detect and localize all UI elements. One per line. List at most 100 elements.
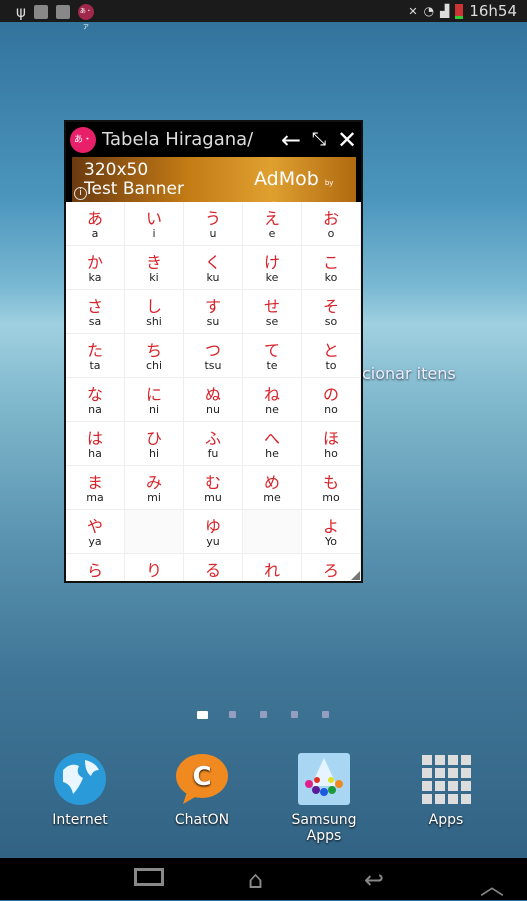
kana-cell[interactable]: ゆ yu bbox=[184, 510, 242, 553]
sd-card-icon bbox=[33, 5, 48, 19]
kana: か bbox=[86, 253, 103, 272]
page-dot[interactable] bbox=[322, 711, 329, 718]
kana-cell[interactable]: か ka bbox=[66, 246, 124, 289]
info-icon[interactable]: i bbox=[74, 187, 87, 200]
kana-cell[interactable]: と to bbox=[302, 334, 360, 377]
kana-cell[interactable]: ぬ nu bbox=[184, 378, 242, 421]
kana-cell[interactable]: む mu bbox=[184, 466, 242, 509]
kana: ね bbox=[263, 385, 280, 404]
page-dot[interactable] bbox=[229, 711, 236, 718]
kana-cell[interactable]: そ so bbox=[302, 290, 360, 333]
kana: や bbox=[86, 517, 103, 536]
romaji: shi bbox=[146, 315, 162, 328]
kana-cell[interactable]: ね ne bbox=[243, 378, 301, 421]
romaji: nu bbox=[206, 403, 220, 416]
kana-cell[interactable]: ら bbox=[66, 554, 124, 581]
kana-cell[interactable]: け ke bbox=[243, 246, 301, 289]
ad-brand: AdMob bbox=[254, 168, 319, 190]
kana-cell[interactable]: ま ma bbox=[66, 466, 124, 509]
romaji: e bbox=[268, 227, 276, 240]
romaji: ne bbox=[265, 403, 279, 416]
kana-cell[interactable]: ひ hi bbox=[125, 422, 183, 465]
kana-cell[interactable]: め me bbox=[243, 466, 301, 509]
menu-up-icon[interactable]: ︿ bbox=[480, 866, 504, 901]
dock: Internet C ChatON Samsung Apps Apps bbox=[0, 752, 527, 852]
kana-cell[interactable]: ほ ho bbox=[302, 422, 360, 465]
kana-cell[interactable]: み mi bbox=[125, 466, 183, 509]
battery-icon bbox=[455, 3, 464, 19]
window-titlebar[interactable]: あ・ア Tabela Hiragana/ ← ⤡ ✕ bbox=[66, 122, 361, 171]
page-dot[interactable] bbox=[291, 711, 298, 718]
kana-cell[interactable]: の no bbox=[302, 378, 360, 421]
kana-cell[interactable]: に ni bbox=[125, 378, 183, 421]
dock-app[interactable]: Samsung Apps bbox=[274, 752, 374, 844]
kana: も bbox=[322, 473, 339, 492]
kana: さ bbox=[86, 297, 103, 316]
kana-cell[interactable]: れ bbox=[243, 554, 301, 581]
ad-line2: Test Banner bbox=[84, 179, 184, 199]
home-icon[interactable]: ⌂ bbox=[248, 866, 263, 894]
kana: き bbox=[145, 253, 162, 272]
kana-cell[interactable]: えe bbox=[243, 202, 301, 245]
kana-cell[interactable]: な na bbox=[66, 378, 124, 421]
kana: ほ bbox=[322, 429, 339, 448]
kana: え bbox=[263, 209, 280, 228]
kana-cell[interactable]: は ha bbox=[66, 422, 124, 465]
kana-cell[interactable]: つ tsu bbox=[184, 334, 242, 377]
status-bar: ψ あ・ア ✕ ◔ ▟ 16h54 bbox=[0, 0, 527, 31]
kana: と bbox=[322, 341, 339, 360]
kana-cell[interactable]: うu bbox=[184, 202, 242, 245]
kana-cell[interactable]: る bbox=[184, 554, 242, 581]
grid-row: か ka き ki く ku け ke こ ko bbox=[66, 246, 361, 290]
kana: に bbox=[145, 385, 162, 404]
kana-cell[interactable]: も mo bbox=[302, 466, 360, 509]
kana: く bbox=[204, 253, 221, 272]
dock-app[interactable]: Apps bbox=[396, 752, 496, 828]
navigation-bar: ⌂ ↩ ︿ bbox=[0, 858, 527, 900]
kana-cell[interactable]: こ ko bbox=[302, 246, 360, 289]
romaji: so bbox=[324, 315, 338, 328]
romaji: chi bbox=[145, 359, 163, 372]
back-icon[interactable]: ↩ bbox=[364, 866, 384, 894]
kana-cell[interactable]: り bbox=[125, 554, 183, 581]
kana-cell[interactable]: ふ fu bbox=[184, 422, 242, 465]
recent-apps-icon[interactable] bbox=[134, 868, 164, 886]
maximize-icon[interactable]: ⤡ bbox=[305, 129, 333, 150]
kana: ひ bbox=[145, 429, 162, 448]
svg-text:C: C bbox=[192, 762, 211, 792]
romaji: su bbox=[206, 315, 220, 328]
kana: け bbox=[263, 253, 280, 272]
page-dot[interactable] bbox=[197, 711, 208, 719]
kana: の bbox=[322, 385, 339, 404]
kana-cell[interactable]: て te bbox=[243, 334, 301, 377]
romaji: ha bbox=[88, 447, 102, 460]
image-icon bbox=[55, 5, 70, 19]
kana-cell[interactable]: さ sa bbox=[66, 290, 124, 333]
grid-row: は ha ひ hi ふ fu へ he ほ ho bbox=[66, 422, 361, 466]
kana: ち bbox=[145, 341, 162, 360]
romaji: ko bbox=[324, 271, 338, 284]
dock-app[interactable]: C ChatON bbox=[152, 752, 252, 828]
romaji: ki bbox=[149, 271, 159, 284]
kana-cell[interactable]: へ he bbox=[243, 422, 301, 465]
ad-banner[interactable]: 320x50Test Banner AdMob by Google i bbox=[72, 157, 356, 209]
kana-cell[interactable]: す su bbox=[184, 290, 242, 333]
back-arrow-icon[interactable]: ← bbox=[277, 126, 305, 154]
page-dot[interactable] bbox=[260, 711, 267, 718]
resize-handle[interactable] bbox=[351, 571, 360, 580]
kana-cell[interactable]: あa bbox=[66, 202, 124, 245]
kana-cell[interactable]: よ Yo bbox=[302, 510, 360, 553]
kana-cell[interactable]: き ki bbox=[125, 246, 183, 289]
kana-cell[interactable]: おo bbox=[302, 202, 360, 245]
kana-cell[interactable]: く ku bbox=[184, 246, 242, 289]
kana-cell[interactable]: た ta bbox=[66, 334, 124, 377]
kana-cell[interactable]: や ya bbox=[66, 510, 124, 553]
kana: ふ bbox=[204, 429, 221, 448]
kana-cell[interactable]: いi bbox=[125, 202, 183, 245]
dock-app[interactable]: Internet bbox=[30, 752, 130, 828]
kana-cell[interactable]: ち chi bbox=[125, 334, 183, 377]
floating-window[interactable]: あ・ア Tabela Hiragana/ ← ⤡ ✕ 320x50Test Ba… bbox=[64, 120, 363, 583]
close-icon[interactable]: ✕ bbox=[333, 126, 361, 154]
kana-cell[interactable]: し shi bbox=[125, 290, 183, 333]
kana-cell[interactable]: せ se bbox=[243, 290, 301, 333]
